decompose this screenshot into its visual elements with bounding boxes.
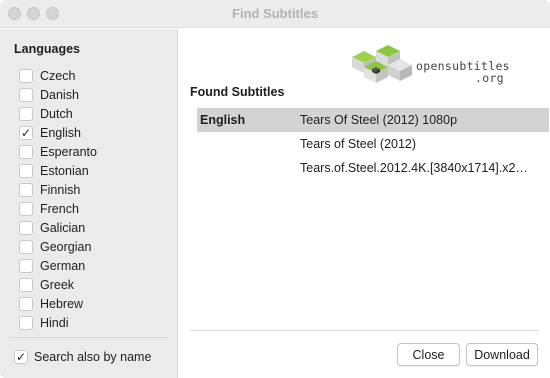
result-language: English [200,113,246,127]
language-checkbox[interactable] [19,163,33,178]
language-checkbox[interactable] [19,182,33,197]
language-checkbox[interactable] [19,258,33,273]
language-item-georgian[interactable]: Georgian [19,237,91,256]
found-subtitles-heading: Found Subtitles [190,85,285,99]
window-title: Find Subtitles [232,6,318,21]
search-by-name-checkbox[interactable]: ✓ [14,349,28,364]
checkmark-icon: ✓ [15,349,27,364]
language-item-dutch[interactable]: Dutch [19,104,73,123]
results-list[interactable]: English Tears Of Steel (2012) 1080p Tear… [190,102,550,330]
language-label: French [40,201,79,216]
result-title: Tears Of Steel (2012) 1080p [300,113,458,127]
language-label: Estonian [40,163,89,178]
language-label: Hindi [40,315,69,330]
results-panel: opensubtitles .org Found Subtitles Engli… [179,29,550,378]
language-checkbox[interactable] [19,87,33,102]
result-row[interactable]: English Tears Of Steel (2012) 1080p [197,108,549,132]
language-label: Dutch [40,106,73,121]
language-label: Greek [40,277,75,292]
result-title: Tears.of.Steel.2012.4K.[3840x1714].x2… [300,161,528,175]
search-by-name-option[interactable]: ✓ Search also by name [14,347,151,366]
languages-sidebar: Languages Czech Danish Dutch ✓ English E… [0,29,178,378]
language-checkbox[interactable] [19,296,33,311]
language-label: Finnish [40,182,81,197]
language-checkbox[interactable] [19,106,33,121]
language-checkbox[interactable] [19,239,33,254]
language-label: Danish [40,87,79,102]
language-checkbox[interactable]: ✓ [19,125,33,140]
language-item-english[interactable]: ✓ English [19,123,81,142]
search-by-name-label: Search also by name [34,349,152,364]
language-label: Georgian [40,239,92,254]
language-item-french[interactable]: French [19,199,79,218]
language-item-czech[interactable]: Czech [19,66,75,85]
language-item-esperanto[interactable]: Esperanto [19,142,97,161]
language-item-estonian[interactable]: Estonian [19,161,89,180]
checkmark-icon: ✓ [20,125,32,140]
language-checkbox[interactable] [19,315,33,330]
footer-divider [190,330,539,331]
language-checkbox[interactable] [19,144,33,159]
language-item-galician[interactable]: Galician [19,218,85,237]
language-checkbox[interactable] [19,277,33,292]
language-item-german[interactable]: German [19,256,85,275]
sidebar-divider [10,337,168,338]
logo-line-2: .org [475,71,504,85]
close-button[interactable]: Close [397,343,460,366]
language-item-danish[interactable]: Danish [19,85,79,104]
download-button[interactable]: Download [466,343,538,366]
title-bar: Find Subtitles [0,0,550,28]
result-title: Tears of Steel (2012) [300,137,417,151]
language-label: Esperanto [40,144,97,159]
language-checkbox[interactable] [19,220,33,235]
language-checkbox[interactable] [19,68,33,83]
language-label: Hebrew [40,296,84,311]
logo-wordmark: opensubtitles .org [416,60,510,84]
language-item-greek[interactable]: Greek [19,275,74,294]
language-label: Czech [40,68,76,83]
opensubtitles-logo-icon [352,45,412,83]
opensubtitles-logo: opensubtitles .org [350,43,530,93]
language-label: German [40,258,86,273]
find-subtitles-window: Find Subtitles Languages Czech Danish Du… [0,0,550,378]
languages-heading: Languages [14,42,80,56]
language-list[interactable]: Czech Danish Dutch ✓ English Esperanto E… [0,66,178,338]
language-label: English [40,125,81,140]
language-item-finnish[interactable]: Finnish [19,180,80,199]
language-item-hindi[interactable]: Hindi [19,313,69,332]
result-row[interactable]: Tears.of.Steel.2012.4K.[3840x1714].x2… [197,156,549,180]
result-row[interactable]: Tears of Steel (2012) [197,132,549,156]
language-label: Galician [40,220,86,235]
language-checkbox[interactable] [19,201,33,216]
language-item-hebrew[interactable]: Hebrew [19,294,83,313]
